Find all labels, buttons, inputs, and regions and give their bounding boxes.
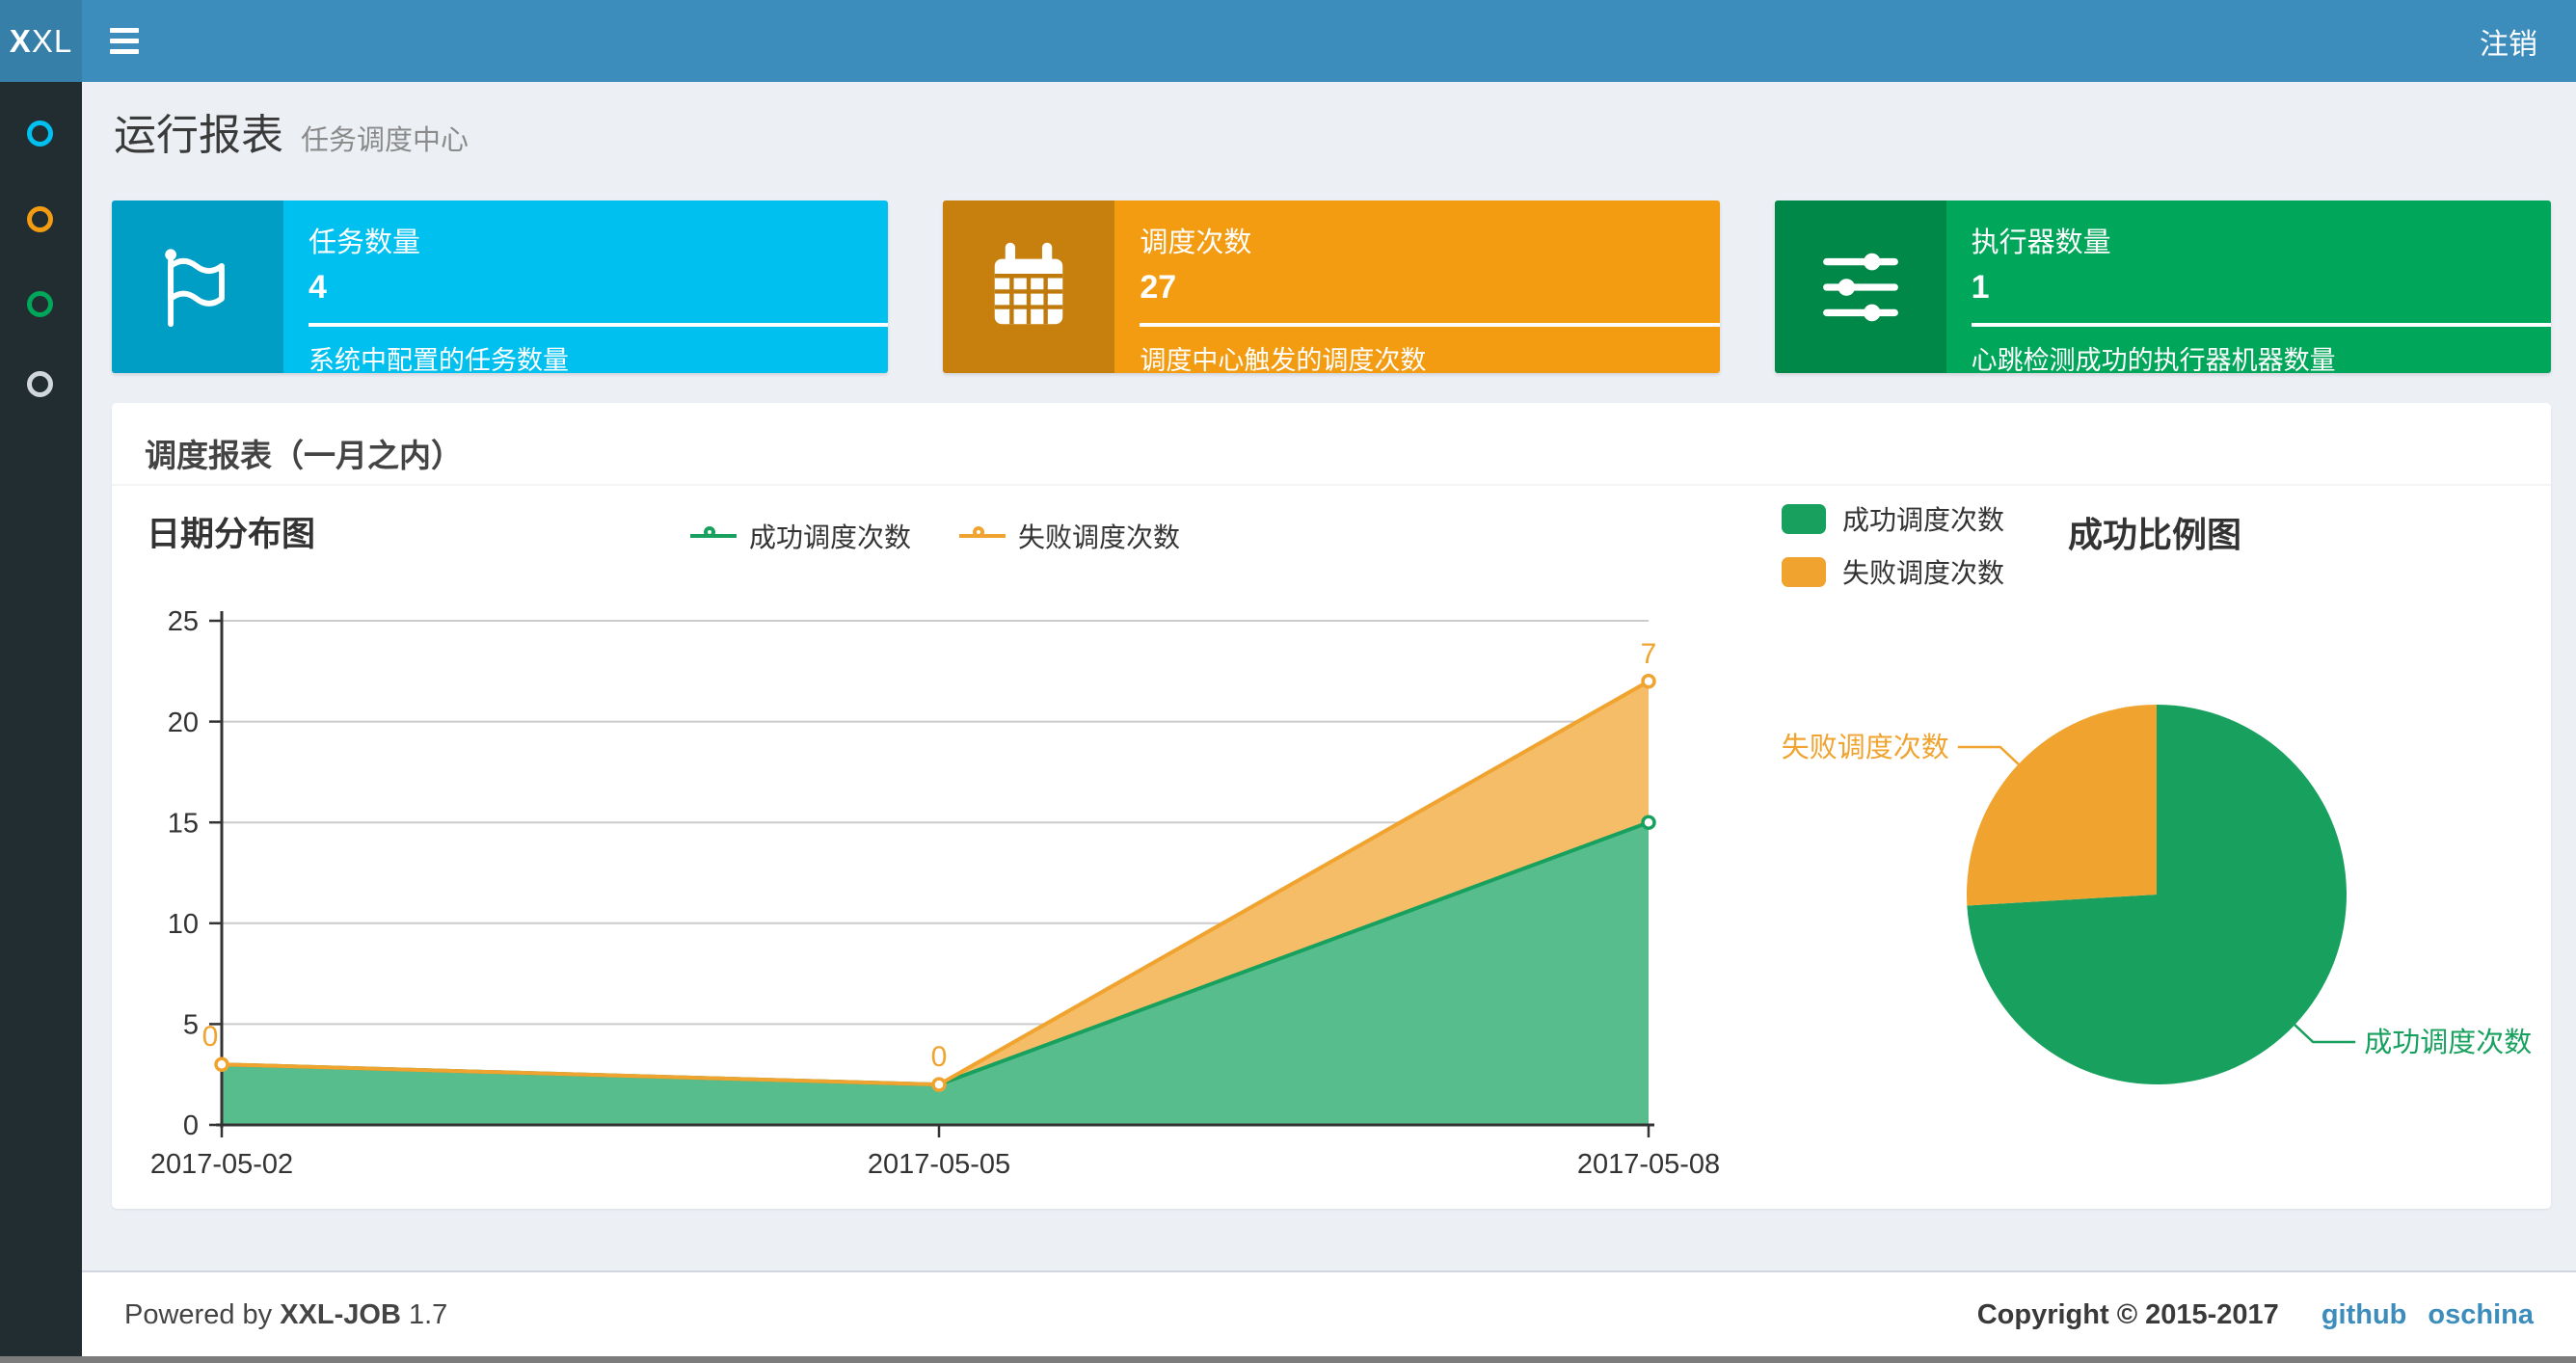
- github-link[interactable]: github: [2321, 1299, 2407, 1331]
- info-box-label: 执行器数量: [1971, 227, 2111, 258]
- svg-text:2017-05-02: 2017-05-02: [150, 1149, 293, 1180]
- svg-text:0: 0: [931, 1041, 948, 1073]
- legend-item-fail[interactable]: 失败调度次数: [1782, 552, 2004, 591]
- svg-text:2017-05-08: 2017-05-08: [1577, 1149, 1720, 1180]
- pie-legend-swatch: [1782, 556, 1826, 587]
- logo-text-bold: X: [9, 22, 32, 59]
- logo-text-light: XL: [31, 22, 73, 59]
- info-box-description: 系统中配置的任务数量: [309, 346, 569, 373]
- footer: Powered by XXL-JOB 1.7 Copyright © 2015-…: [82, 1270, 2576, 1363]
- svg-text:15: 15: [168, 808, 199, 839]
- sliders-icon: [1774, 200, 1946, 373]
- info-box-value: 4: [309, 269, 327, 306]
- info-box-executors: 执行器数量 1 心跳检测成功的执行器机器数量: [1774, 200, 2551, 373]
- line-legend-circle: [704, 526, 715, 538]
- sidebar: [0, 82, 82, 1363]
- info-box-row: 任务数量 4 系统中配置的任务数量 调度次数 27 调度中心触发的调度次数 执行…: [112, 200, 2551, 373]
- info-box-label: 任务数量: [309, 227, 421, 258]
- info-box-triggers: 调度次数 27 调度中心触发的调度次数: [943, 200, 1720, 373]
- page-subtitle: 任务调度中心: [301, 125, 470, 156]
- copyright: Copyright © 2015-2017: [1976, 1298, 2279, 1330]
- logout-link[interactable]: 注销: [2480, 29, 2537, 61]
- flag-icon: [112, 200, 283, 373]
- info-box-value: 1: [1971, 269, 1990, 306]
- svg-text:20: 20: [168, 708, 199, 738]
- pie-chart-title: 成功比例图: [2067, 515, 2241, 554]
- svg-text:成功调度次数: 成功调度次数: [2364, 1027, 2532, 1058]
- info-box-label: 调度次数: [1140, 227, 1252, 258]
- legend-item-fail[interactable]: 失败调度次数: [959, 517, 1180, 555]
- line-chart-legend: 成功调度次数 失败调度次数: [690, 517, 1180, 555]
- svg-text:5: 5: [183, 1010, 199, 1041]
- line-legend-marker: [690, 526, 737, 538]
- sidebar-item-1 circle-icon[interactable]: [27, 120, 53, 147]
- svg-text:0: 0: [202, 1021, 219, 1053]
- info-box-description: 心跳检测成功的执行器机器数量: [1971, 346, 2336, 373]
- calendar-icon: [943, 200, 1115, 373]
- page-title: 运行报表: [114, 112, 283, 159]
- svg-text:2017-05-05: 2017-05-05: [868, 1149, 1010, 1180]
- info-box-divider: [309, 323, 889, 327]
- svg-text:25: 25: [168, 606, 199, 637]
- svg-text:7: 7: [1641, 638, 1657, 670]
- legend-item-success[interactable]: 成功调度次数: [690, 517, 911, 555]
- svg-text:0: 0: [183, 1110, 199, 1141]
- powered-by-prefix: Powered by: [124, 1298, 273, 1330]
- pie-legend-swatch: [1782, 503, 1826, 534]
- hamburger-icon: [110, 49, 139, 54]
- report-panel: 调度报表（一月之内） 日期分布图 成功调度次数 失败调度次数 0 5 10 15 20 2…: [112, 403, 2551, 1209]
- top-navbar: X XL 注销: [0, 0, 2576, 82]
- navbar-right: 注销: [2480, 20, 2576, 63]
- info-box-content: 任务数量 4 系统中配置的任务数量: [283, 200, 889, 373]
- svg-text:10: 10: [168, 909, 199, 940]
- sidebar-item-2 circle-icon[interactable]: [27, 206, 53, 232]
- page-header: 运行报表 任务调度中心: [114, 100, 469, 162]
- hamburger-icon: [110, 28, 139, 33]
- sidebar-item-3 circle-icon[interactable]: [27, 291, 53, 317]
- info-box-jobs: 任务数量 4 系统中配置的任务数量: [112, 200, 889, 373]
- hamburger-icon: [110, 39, 139, 43]
- line-legend-circle: [973, 526, 985, 538]
- legend-label: 成功调度次数: [749, 522, 912, 552]
- legend-label: 失败调度次数: [1842, 558, 2005, 588]
- app-root: X XL 注销 运行报表 任务调度中心 任务数量 4 系统中配置的任务数量 调度…: [0, 0, 2576, 1363]
- info-box-divider: [1140, 323, 1720, 327]
- info-box-content: 调度次数 27 调度中心触发的调度次数: [1114, 200, 1720, 373]
- line-chart: 05101520252017-05-02 2017-05-05 2017-05-08…: [150, 606, 1720, 1180]
- oschina-link[interactable]: oschina: [2428, 1299, 2534, 1331]
- legend-label: 失败调度次数: [1018, 522, 1181, 552]
- sidebar-item-4 circle-icon[interactable]: [27, 371, 53, 397]
- panel-title: 调度报表（一月之内）: [145, 438, 463, 473]
- info-box-content: 执行器数量 1 心跳检测成功的执行器机器数量: [1946, 200, 2551, 373]
- window-bottom-edge: [0, 1356, 2576, 1363]
- app-logo[interactable]: X XL: [0, 0, 82, 82]
- footer-links: Copyright © 2015-2017 github oschina: [1977, 1299, 2534, 1331]
- line-legend-marker: [959, 526, 1006, 538]
- version: 1.7: [408, 1298, 448, 1330]
- info-box-divider: [1971, 323, 2551, 327]
- pie-chart: 成功调度次数 失败调度次数: [1782, 705, 2532, 1084]
- svg-text:失败调度次数: 失败调度次数: [1782, 732, 1949, 763]
- info-box-description: 调度中心触发的调度次数: [1140, 346, 1427, 373]
- brand-name: XXL-JOB: [280, 1298, 401, 1330]
- sidebar-toggle-button[interactable]: [82, 0, 167, 82]
- info-box-value: 27: [1140, 269, 1177, 306]
- panel-divider: [112, 484, 2551, 486]
- line-chart-title: 日期分布图: [147, 516, 316, 553]
- powered-by: Powered by XXL-JOB 1.7: [124, 1299, 447, 1331]
